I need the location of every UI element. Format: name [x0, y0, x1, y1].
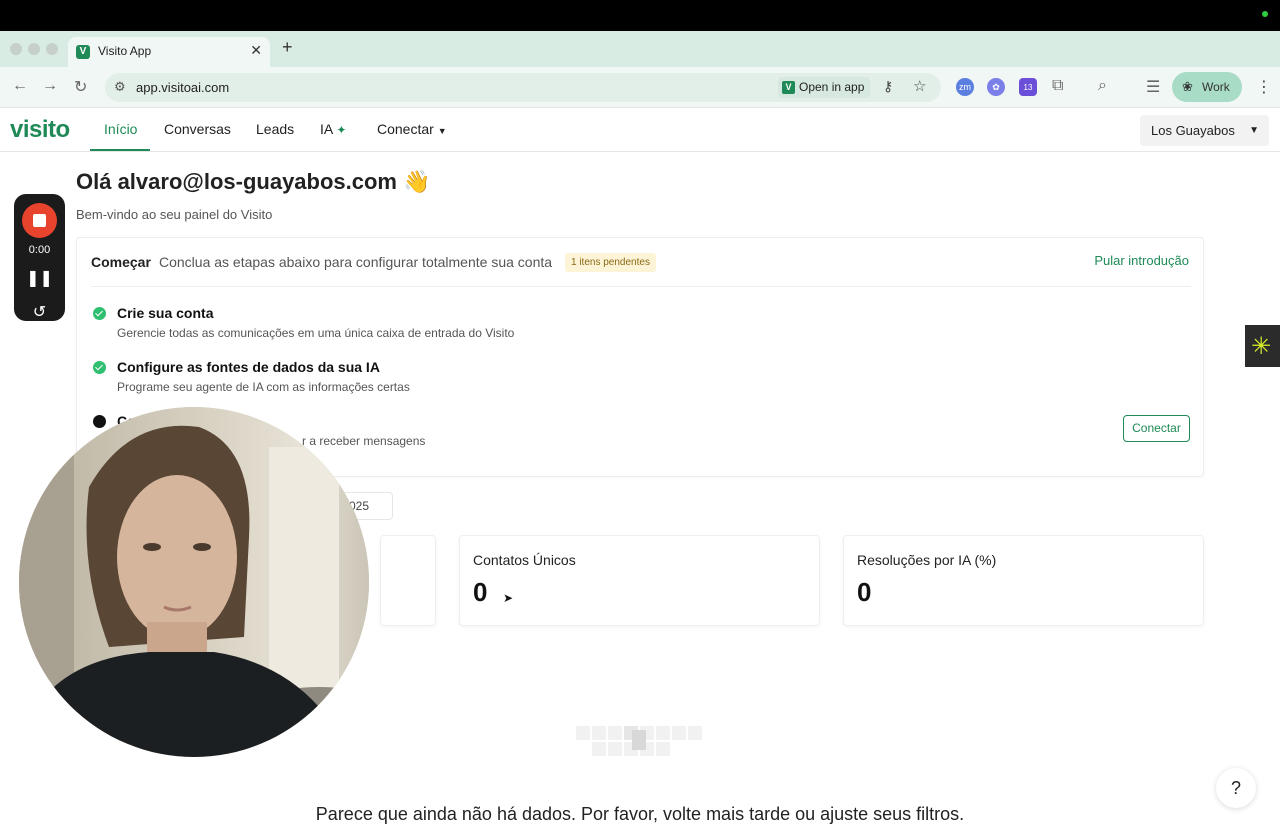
browser-toolbar: ← → ↻ ⚙ app.visitoai.com V Open in app ⚷…: [0, 67, 1280, 108]
browser-menu-icon[interactable]: ⋮: [1256, 77, 1272, 97]
stop-recording-button[interactable]: [22, 203, 57, 238]
floating-side-widget[interactable]: ✳: [1245, 325, 1280, 367]
visito-logo[interactable]: visito: [10, 116, 70, 144]
check-circle-icon: [93, 361, 106, 374]
divider: [91, 286, 1191, 287]
step-description: r a receber mensagens: [302, 434, 426, 448]
skip-intro-link[interactable]: Pular introdução: [1094, 253, 1189, 268]
nav-item-conectar[interactable]: Conectar ▼: [377, 121, 447, 137]
help-button[interactable]: ?: [1216, 768, 1256, 808]
recording-timer: 0:00: [28, 244, 51, 256]
tab-search-icon[interactable]: ⌕: [1098, 77, 1107, 95]
stat-card: [380, 535, 436, 626]
browser-tab-active[interactable]: V Visito App ✕: [68, 37, 270, 67]
organization-select[interactable]: Los Guayabos ▼: [1140, 115, 1269, 146]
webcam-video-bubble: [19, 407, 369, 757]
nav-item-ia[interactable]: IA ✦: [320, 121, 346, 137]
pending-circle-icon: [93, 415, 106, 428]
nav-item-inicio[interactable]: Início: [104, 121, 137, 137]
empty-table-illustration: [576, 726, 702, 756]
step-description: Gerencie todas as comunicações em uma ún…: [117, 326, 515, 340]
app-navbar: visito Início Conversas Leads IA ✦ Conec…: [0, 108, 1280, 152]
back-arrow-icon[interactable]: ←: [12, 77, 28, 95]
mouse-cursor-icon: ➤: [503, 591, 514, 605]
address-bar[interactable]: ⚙ app.visitoai.com V Open in app ⚷ ☆: [105, 73, 941, 102]
profile-label: Work: [1202, 80, 1230, 94]
os-menu-bar: [0, 0, 1280, 31]
sparkle-icon: ✦: [336, 123, 347, 137]
nav-item-conectar-label: Conectar: [377, 121, 434, 137]
organization-select-value: Los Guayabos: [1151, 123, 1235, 138]
extension-icon[interactable]: ✿: [987, 78, 1005, 96]
visito-app-icon: V: [782, 81, 795, 94]
caret-down-icon: ▼: [1249, 125, 1259, 136]
extension-badge-icon[interactable]: 13: [1019, 78, 1037, 96]
pause-icon[interactable]: ❚❚: [14, 268, 65, 288]
profile-avatar-icon: ❀: [1182, 79, 1193, 94]
window-close-control[interactable]: [10, 43, 22, 55]
empty-state-message: Parece que ainda não há dados. Por favor…: [315, 804, 965, 824]
site-info-icon[interactable]: ⚙: [114, 79, 126, 95]
new-tab-button[interactable]: +: [282, 37, 293, 58]
restart-icon[interactable]: ↺: [14, 302, 65, 322]
nav-item-conversas[interactable]: Conversas: [164, 121, 231, 137]
step-title: Configure as fontes de dados da sua IA: [117, 359, 380, 375]
stat-label: Resoluções por IA (%): [857, 552, 997, 568]
window-minimize-control[interactable]: [28, 43, 40, 55]
check-circle-icon: [93, 307, 106, 320]
extension-badge-count: 13: [1023, 83, 1033, 92]
stat-value: 0: [857, 577, 872, 607]
screen-recorder-widget: 0:00 ❚❚ ↺: [14, 194, 65, 321]
extensions-puzzle-icon[interactable]: ⧉: [1052, 77, 1063, 95]
active-tab-indicator: [90, 149, 150, 151]
window-zoom-control[interactable]: [46, 43, 58, 55]
tab-title: Visito App: [98, 44, 152, 58]
stat-card-ai-resolutions: Resoluções por IA (%) 0: [843, 535, 1204, 626]
bookmark-star-icon[interactable]: ☆: [913, 77, 926, 95]
profile-button[interactable]: ❀ Work: [1172, 72, 1242, 102]
stat-card-unique-contacts: Contatos Únicos 0: [459, 535, 820, 626]
password-key-icon[interactable]: ⚷: [883, 78, 893, 95]
reading-list-icon[interactable]: ☰: [1146, 77, 1160, 97]
pending-items-badge: 1 itens pendentes: [565, 253, 656, 272]
forward-arrow-icon[interactable]: →: [42, 77, 58, 95]
connect-button[interactable]: Conectar: [1123, 415, 1190, 442]
reload-icon[interactable]: ↻: [74, 77, 87, 97]
visito-favicon-icon: V: [76, 45, 90, 59]
zoom-extension-icon[interactable]: zm: [956, 78, 974, 96]
onboarding-title: Começar: [91, 254, 151, 270]
page-title: Olá alvaro@los-guayabos.com 👋: [76, 169, 431, 194]
step-title: Crie sua conta: [117, 305, 214, 321]
recording-indicator: [1262, 11, 1268, 17]
asterisk-logo-icon: ✳: [1251, 333, 1272, 360]
onboarding-description: Conclua as etapas abaixo para configurar…: [159, 254, 553, 270]
url-text[interactable]: app.visitoai.com: [136, 80, 229, 95]
webcam-presenter-image: [19, 407, 369, 757]
caret-down-icon: ▼: [437, 126, 447, 136]
nav-item-ia-label: IA: [320, 121, 333, 137]
nav-item-leads[interactable]: Leads: [256, 121, 294, 137]
open-in-app-button[interactable]: V Open in app: [778, 77, 871, 98]
browser-tab-strip: V Visito App ✕ +: [0, 31, 1280, 67]
stat-value: 0: [473, 577, 488, 607]
open-in-app-label: Open in app: [799, 80, 865, 94]
close-icon[interactable]: ✕: [250, 42, 262, 59]
stat-label: Contatos Únicos: [473, 552, 576, 568]
page-subtitle: Bem-vindo ao seu painel do Visito: [76, 207, 273, 222]
step-description: Programe seu agente de IA com as informa…: [117, 380, 410, 394]
